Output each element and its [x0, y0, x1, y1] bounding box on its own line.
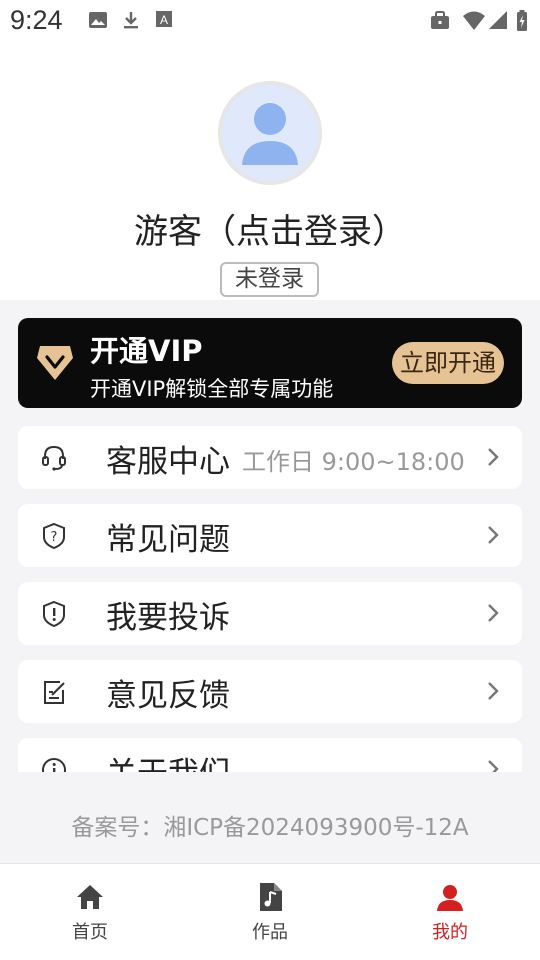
chevron-right-icon	[486, 447, 500, 471]
signal-icon	[488, 10, 508, 34]
tab-label: 首页	[72, 922, 108, 943]
chevron-right-icon	[486, 759, 500, 772]
svg-text:A: A	[160, 13, 168, 27]
tab-mine[interactable]: 我的	[390, 864, 510, 960]
complaint-icon	[40, 600, 68, 628]
menu-item-feedback[interactable]: 意见反馈	[18, 660, 522, 723]
username-login-link[interactable]: 游客（点击登录）	[0, 204, 540, 253]
info-icon	[40, 756, 68, 772]
image-icon	[88, 10, 108, 34]
menu-list: 客服中心 工作日 9:00~18:00 ? 常见问题 我要投诉 意见反馈	[0, 420, 540, 772]
briefcase-icon	[429, 10, 451, 36]
status-time: 9:24	[10, 5, 63, 35]
download-icon	[121, 10, 141, 34]
menu-item-label: 常见问题	[106, 522, 230, 558]
tab-home[interactable]: 首页	[30, 864, 150, 960]
menu-item-faq[interactable]: ? 常见问题	[18, 504, 522, 567]
question-icon: ?	[40, 522, 68, 550]
chevron-right-icon	[486, 603, 500, 627]
service-hours-note: 工作日 9:00~18:00	[242, 448, 465, 476]
tab-works[interactable]: 作品	[210, 864, 330, 960]
profile-header: 游客（点击登录） 未登录	[0, 44, 540, 300]
menu-item-label: 意见反馈	[106, 678, 230, 714]
menu-item-complaint[interactable]: 我要投诉	[18, 582, 522, 645]
headset-icon	[40, 444, 68, 472]
bottom-tab-bar: 首页 作品 我的	[0, 863, 540, 960]
vip-subtitle: 开通VIP解锁全部专属功能	[90, 377, 334, 401]
menu-item-about-us[interactable]: 关于我们	[18, 738, 522, 772]
icp-record-text: 备案号：湘ICP备2024093900号-12A	[71, 815, 469, 841]
menu-item-label: 关于我们	[106, 748, 230, 772]
wifi-icon	[462, 10, 486, 36]
vip-banner[interactable]: 开通VIP 开通VIP解锁全部专属功能 立即开通	[18, 318, 522, 408]
vip-diamond-icon	[36, 342, 74, 386]
svg-text:?: ?	[51, 530, 58, 545]
music-file-icon	[260, 883, 282, 911]
login-status-badge: 未登录	[220, 262, 319, 297]
battery-icon	[516, 10, 528, 36]
text-a-icon: A	[155, 10, 173, 32]
menu-item-label: 客服中心	[106, 444, 230, 480]
status-bar: 9:24 A	[0, 0, 540, 44]
vip-activate-button[interactable]: 立即开通	[392, 342, 504, 384]
tab-label: 作品	[252, 922, 288, 943]
menu-item-customer-service[interactable]: 客服中心 工作日 9:00~18:00	[18, 426, 522, 489]
profile-icon	[437, 885, 463, 911]
tab-label: 我的	[432, 922, 468, 943]
user-avatar-icon[interactable]	[218, 81, 322, 185]
vip-title: 开通VIP	[90, 334, 203, 368]
chevron-right-icon	[486, 681, 500, 705]
chevron-right-icon	[486, 525, 500, 549]
home-icon	[77, 885, 103, 909]
menu-item-label: 我要投诉	[106, 600, 230, 636]
feedback-edit-icon	[40, 678, 68, 706]
